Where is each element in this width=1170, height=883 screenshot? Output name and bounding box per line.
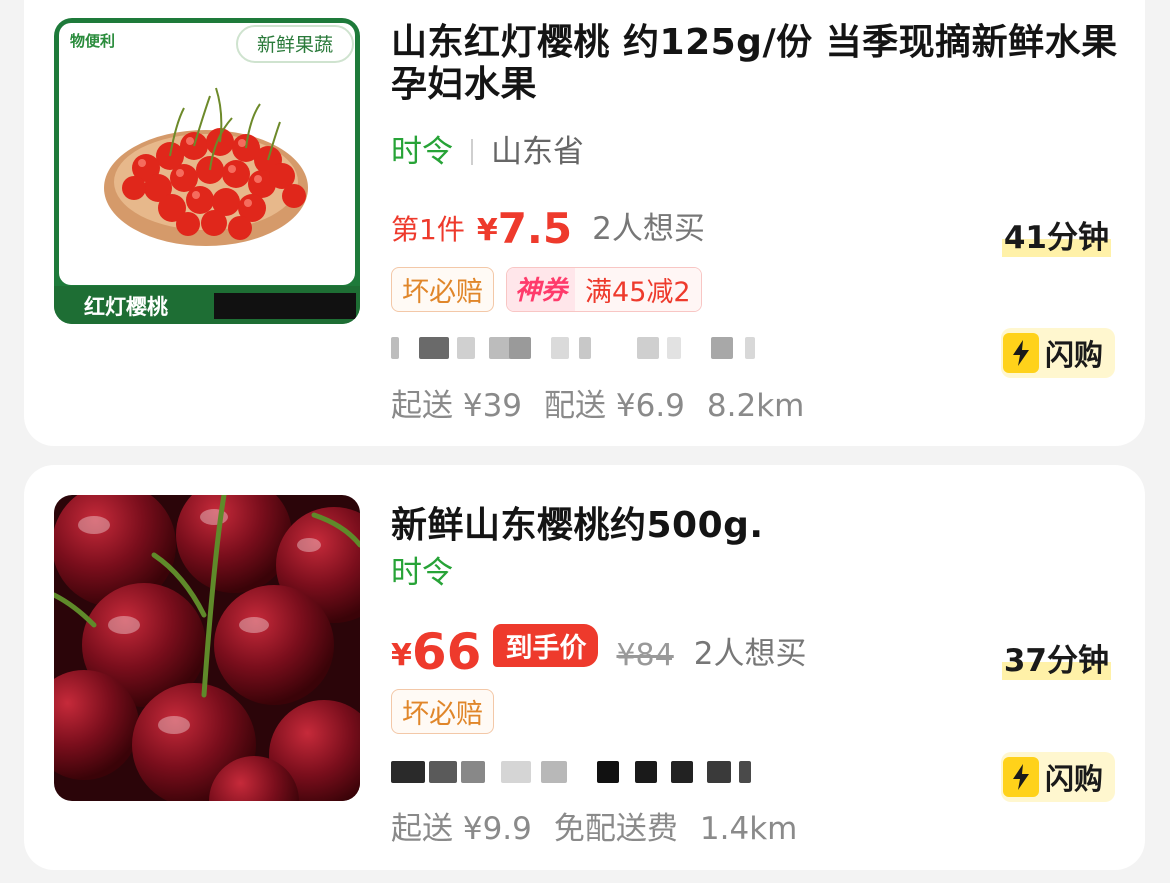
product-image-svg [54,495,360,801]
product-region: 山东省 [491,134,584,170]
delivery-fee: 免配送费 [553,811,678,847]
blur-block [551,337,569,359]
final-price-tag: 到手价 [493,624,599,667]
min-order: 起送 ¥39 [391,388,523,424]
product-meta: 时令 山东省 [391,132,584,172]
product-image-cherries-plate[interactable]: 物便利 新鲜果蔬 红灯樱桃 [54,18,360,324]
blur-block [461,761,485,783]
blur-block [429,761,457,783]
blur-block [707,761,731,783]
product-image-dark-cherries[interactable] [54,495,360,801]
want-count: 2人想买 [592,211,705,247]
currency-symbol: ¥ [391,638,412,673]
thumb-caption: 红灯樱桃 [84,295,168,319]
product-title[interactable]: 新鲜山东樱桃约500g. [391,505,1121,547]
original-price: ¥84 [616,638,674,673]
store-name-obscured[interactable] [391,757,811,787]
seasonal-badge: 时令 [391,555,453,591]
price-row: 第1件 ¥ 7.5 2人想买 [391,202,705,252]
seasonal-badge: 时令 [391,134,453,170]
flash-buy-label: 闪购 [1044,338,1103,372]
distance: 8.2km [706,388,805,424]
blur-block [597,761,619,783]
delivery-fee: 配送 ¥6.9 [544,388,685,424]
thumb-brand: 物便利 [70,32,115,50]
blur-block [391,337,399,359]
price-value: 66 [411,623,482,681]
product-card-1[interactable]: 物便利 新鲜果蔬 红灯樱桃 山东红灯樱桃 约125g/份 当季现摘新鲜水果孕妇水… [24,0,1145,446]
blur-block [391,761,425,783]
thumb-badge: 新鲜果蔬 [257,34,333,56]
blur-block [579,337,591,359]
blur-block [489,337,511,359]
store-name-obscured[interactable] [391,333,811,363]
blur-block [541,761,567,783]
blur-block [671,761,693,783]
coupon-tag[interactable]: 神券 满45减2 [506,267,702,312]
product-image-svg: 物便利 新鲜果蔬 红灯樱桃 [54,18,360,324]
blur-block [457,337,475,359]
product-title[interactable]: 山东红灯樱桃 约125g/份 当季现摘新鲜水果孕妇水果 [391,22,1121,106]
bolt-icon [1002,333,1039,373]
delivery-info: 起送 ¥39 配送 ¥6.9 8.2km [391,380,826,425]
price-row: ¥ 66 到手价 ¥84 2人想买 [391,623,807,681]
delivery-eta: 37分钟 [1001,635,1111,680]
meta-divider [471,139,473,165]
first-item-label: 第1件 [391,213,465,246]
want-count: 2人想买 [693,636,807,672]
delivery-eta: 41分钟 [1001,212,1111,257]
product-meta: 时令 [391,553,453,593]
bolt-icon [1002,757,1039,797]
coupon-label: 神券 [507,268,576,311]
blur-block [509,337,531,359]
currency-symbol: ¥ [476,213,498,248]
blur-block [711,337,733,359]
tag-row: 坏必赔 [391,689,494,734]
blur-block [637,337,659,359]
coupon-text: 满45减2 [575,268,701,311]
guarantee-tag: 坏必赔 [391,689,494,734]
delivery-info: 起送 ¥9.9 免配送费 1.4km [391,803,819,848]
price-value: 7.5 [497,204,573,253]
distance: 1.4km [699,811,798,847]
flash-buy-button[interactable]: 闪购 [1000,328,1115,378]
product-card-2[interactable]: 新鲜山东樱桃约500g. 时令 ¥ 66 到手价 ¥84 2人想买 37分钟 坏… [24,465,1145,870]
flash-buy-label: 闪购 [1044,762,1103,796]
flash-buy-button[interactable]: 闪购 [1000,752,1115,802]
blur-block [667,337,681,359]
tag-row: 坏必赔 神券 满45减2 [391,267,702,312]
guarantee-tag: 坏必赔 [391,267,494,312]
blur-block [745,337,755,359]
blur-block [419,337,449,359]
min-order: 起送 ¥9.9 [391,811,532,847]
blur-block [635,761,657,783]
blur-block [501,761,531,783]
blur-block [739,761,751,783]
